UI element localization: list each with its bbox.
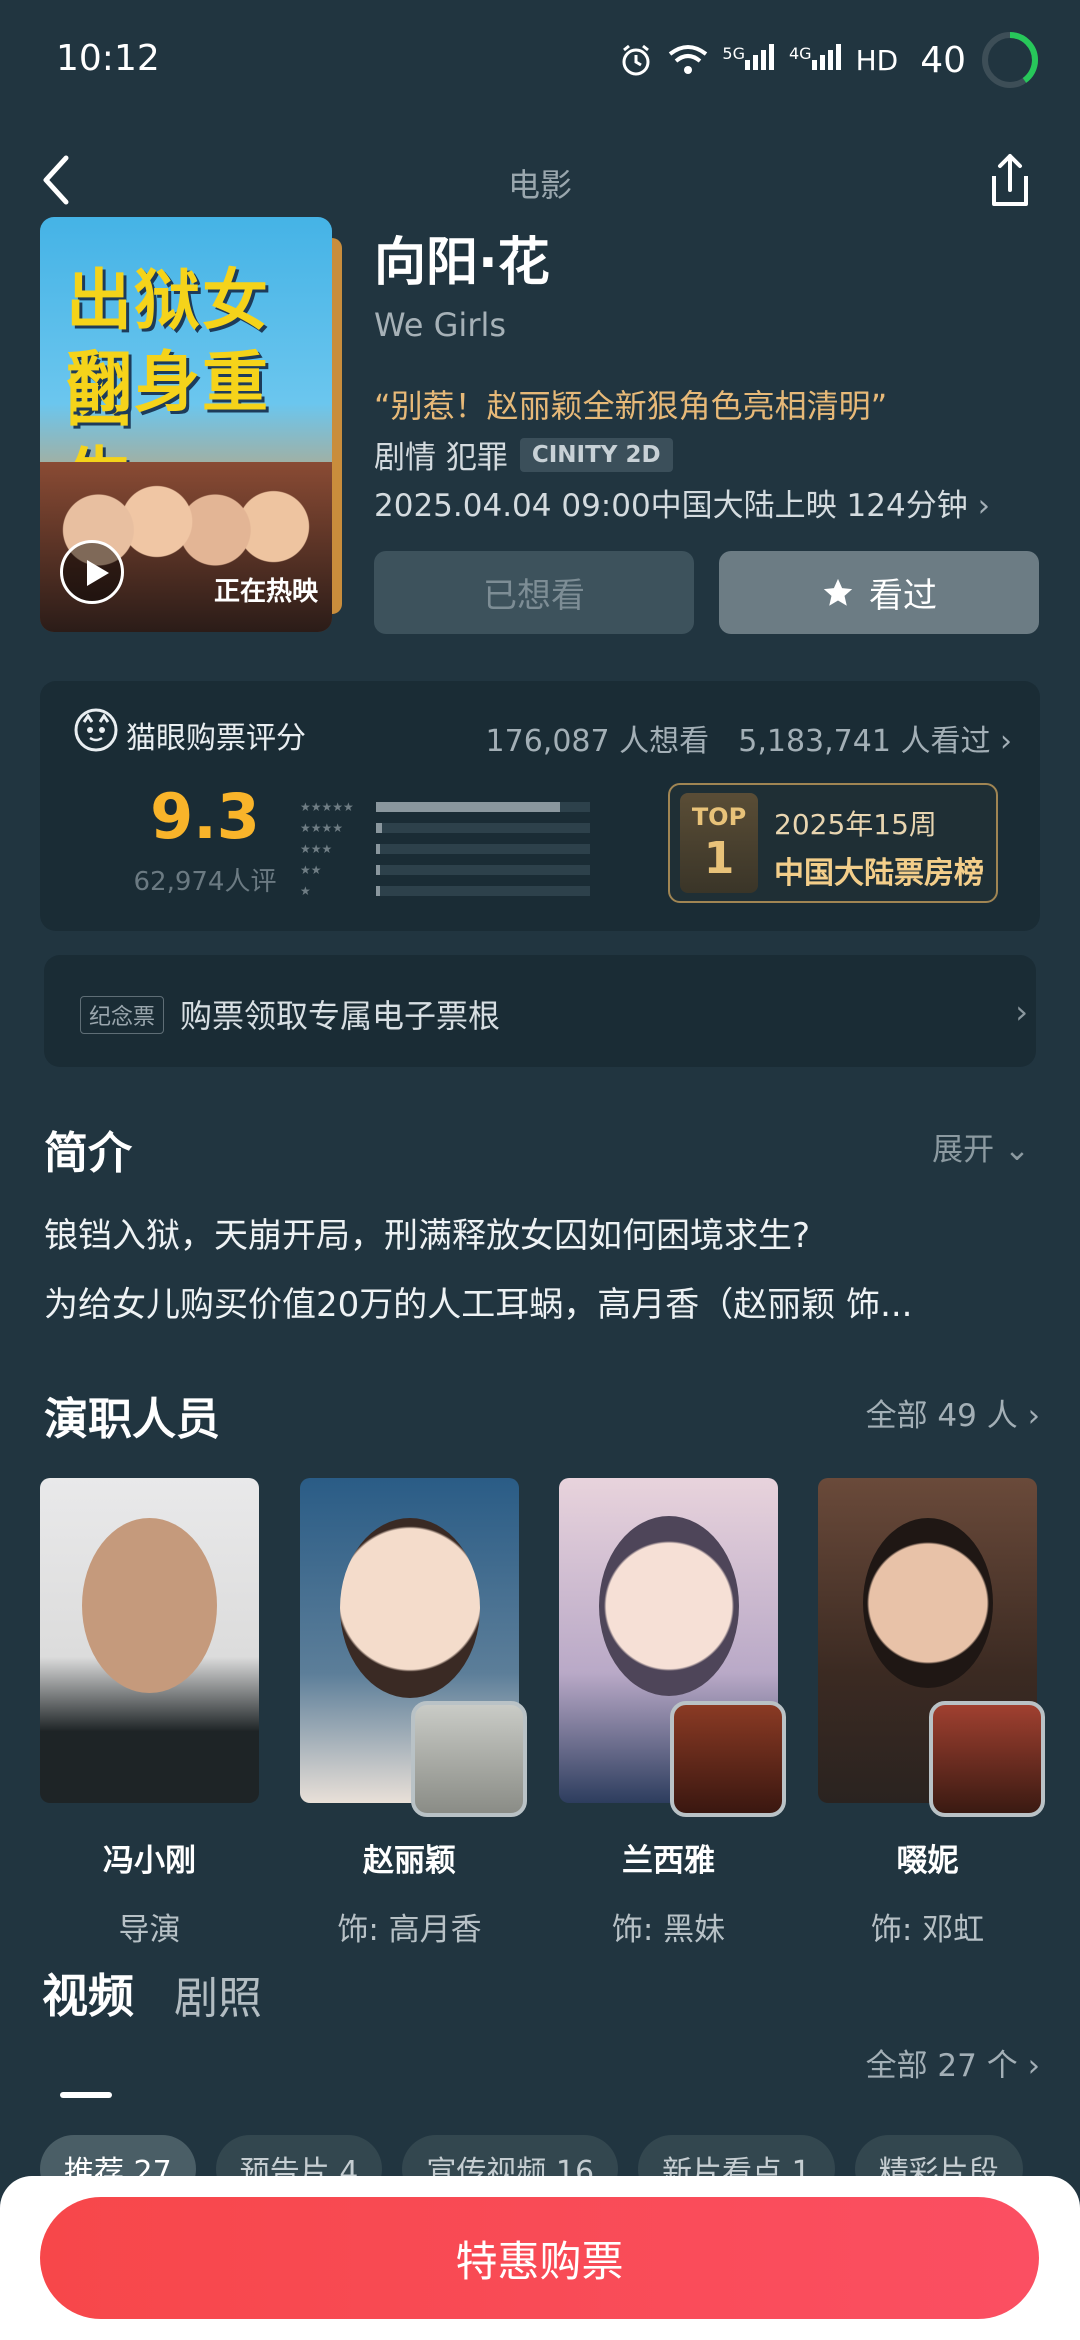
bar-fill [376,822,383,833]
share-icon[interactable] [980,148,1040,212]
expand-label: 展开 [932,1132,995,1168]
movie-slogan: “别惹！赵丽颖全新狠角色亮相清明” [374,387,888,425]
rating-label: 猫眼购票评分 [126,721,306,756]
souvenir-text: 购票领取专属电子票根 [180,997,501,1035]
rank-board: 中国大陆票房榜 [774,856,984,891]
cast-role: 饰: 高月香 [337,1912,482,1948]
movie-genre: 剧情 犯罪 [374,440,508,476]
bar-stars: ★★★★★ [300,799,354,814]
synopsis-line-1: 锒铛入狱，天崩开局，刑满释放女囚如何困境求生? [44,1216,811,1256]
want-label: 已想看 [483,576,585,616]
videos-all-label: 全部 27 个 [865,2048,1018,2084]
movie-english-title: We Girls [374,306,507,344]
cast-title: 演职人员 [44,1394,220,1445]
bar-stars: ★★★ [300,841,333,856]
rank-number: 1 [703,833,735,884]
rank-week: 2025年15周 [774,808,937,841]
role-thumbnail [670,1701,786,1817]
cast-name: 赵丽颖 [363,1843,456,1879]
play-icon[interactable] [60,540,124,604]
cast-card[interactable]: 啜妮 饰: 邓虹 [818,1478,1045,1949]
rating-score: 9.3 [150,780,260,853]
cast-name: 兰西雅 [622,1843,715,1879]
chevron-right-icon: › [1027,2048,1040,2084]
cast-photo [559,1478,786,1817]
alarm-icon [622,44,650,76]
buy-ticket-button[interactable]: 特惠购票 [40,2197,1039,2319]
bar-fill [376,843,381,854]
cast-name: 啜妮 [896,1843,959,1879]
chevron-right-icon: › [1027,1398,1040,1434]
role-thumbnail [929,1701,1045,1817]
signal-4g-icon: 4G [788,43,842,77]
cast-photo [818,1478,1045,1817]
rating-distribution: ★★★★★ ★★★★ ★★★ ★★ ★ [300,796,590,901]
bar-fill [376,801,561,812]
souvenir-tag: 纪念票 [80,996,165,1034]
format-badge: CINITY 2D [519,437,673,472]
seen-label: 看过 [869,576,937,616]
cast-card[interactable]: 兰西雅 饰: 黑妹 [559,1478,786,1949]
signal-5g-label: 5G [722,43,745,63]
nav-title: 电影 [507,166,572,204]
rating-audience-counts[interactable]: 176,087 人想看 5,183,741 人看过 › [486,716,1012,760]
rating-bar-5: ★★★★★ [300,796,590,817]
hd-label: HD [855,43,899,77]
tab-underline [60,2092,112,2098]
role-thumbnail [411,1701,527,1817]
poster-tag: 正在热映 [213,577,318,607]
chevron-right-icon: › [1000,724,1012,759]
bar-stars: ★★★★ [300,820,344,835]
movie-genre-row: 剧情 犯罪 CINITY 2D [374,432,673,477]
videos-all-button[interactable]: 全部 27 个 › [866,2040,1040,2085]
rating-bar-3: ★★★ [300,838,590,859]
rating-bar-2: ★★ [300,859,590,880]
bar-fill [376,885,381,896]
want-to-see-button[interactable]: 已想看 [374,551,694,634]
cast-role: 饰: 邓虹 [870,1912,985,1948]
status-icons: 5G 4G HD 40 [618,28,1040,92]
cast-role: 导演 [118,1912,181,1948]
maoyan-cat-icon [74,708,118,752]
bar-fill [376,864,381,875]
synopsis-line-2: 为给女儿购买价值20万的人工耳蜗，高月香（赵丽颖 饰... [44,1285,913,1325]
movie-release-info[interactable]: 2025.04.04 09:00中国大陆上映 124分钟 › [374,480,990,525]
want-count: 176,087 人想看 [485,724,710,759]
signal-4g-label: 4G [788,43,812,63]
rating-bar-4: ★★★★ [300,817,590,838]
buy-label: 特惠购票 [455,2236,624,2286]
movie-title: 向阳·花 [374,233,550,293]
bar-stars: ★ [300,883,311,898]
cast-card[interactable]: 冯小刚 导演 [40,1478,259,1949]
synopsis-title: 简介 [44,1128,132,1179]
cast-all-button[interactable]: 全部 49 人 › [866,1390,1040,1435]
release-text: 2025.04.04 09:00中国大陆上映 124分钟 [374,488,968,524]
rating-count: 62,974人评 [133,867,277,897]
cast-name: 冯小刚 [103,1843,196,1879]
movie-poster[interactable]: 出狱女囚 翻身重生 正在热映 [40,217,332,632]
cast-photo [40,1478,259,1803]
rank-top-word: TOP [691,803,747,831]
battery-ring-icon [982,32,1038,88]
seen-button[interactable]: 看过 [719,551,1039,634]
cast-all-label: 全部 49 人 [865,1398,1018,1434]
cast-photo [300,1478,527,1817]
chevron-right-icon: › [1015,993,1028,1031]
star-icon [823,578,853,606]
bar-stars: ★★ [300,862,322,877]
chevron-right-icon: › [977,488,990,524]
cast-card[interactable]: 赵丽颖 饰: 高月香 [300,1478,527,1949]
tab-videos[interactable]: 视频 [42,1960,134,2026]
signal-5g-icon: 5G [722,43,775,77]
chevron-down-icon: ⌄ [1004,1132,1030,1168]
synopsis-expand-button[interactable]: 展开 ⌄ [932,1124,1030,1169]
battery-level: 40 [920,39,966,81]
rating-bar-1: ★ [300,880,590,901]
status-time: 10:12 [56,38,160,79]
seen-count: 5,183,741 人看过 [738,724,991,759]
wifi-icon [669,45,708,74]
tab-stills[interactable]: 剧照 [174,1962,262,2026]
cast-role: 饰: 黑妹 [611,1912,726,1948]
